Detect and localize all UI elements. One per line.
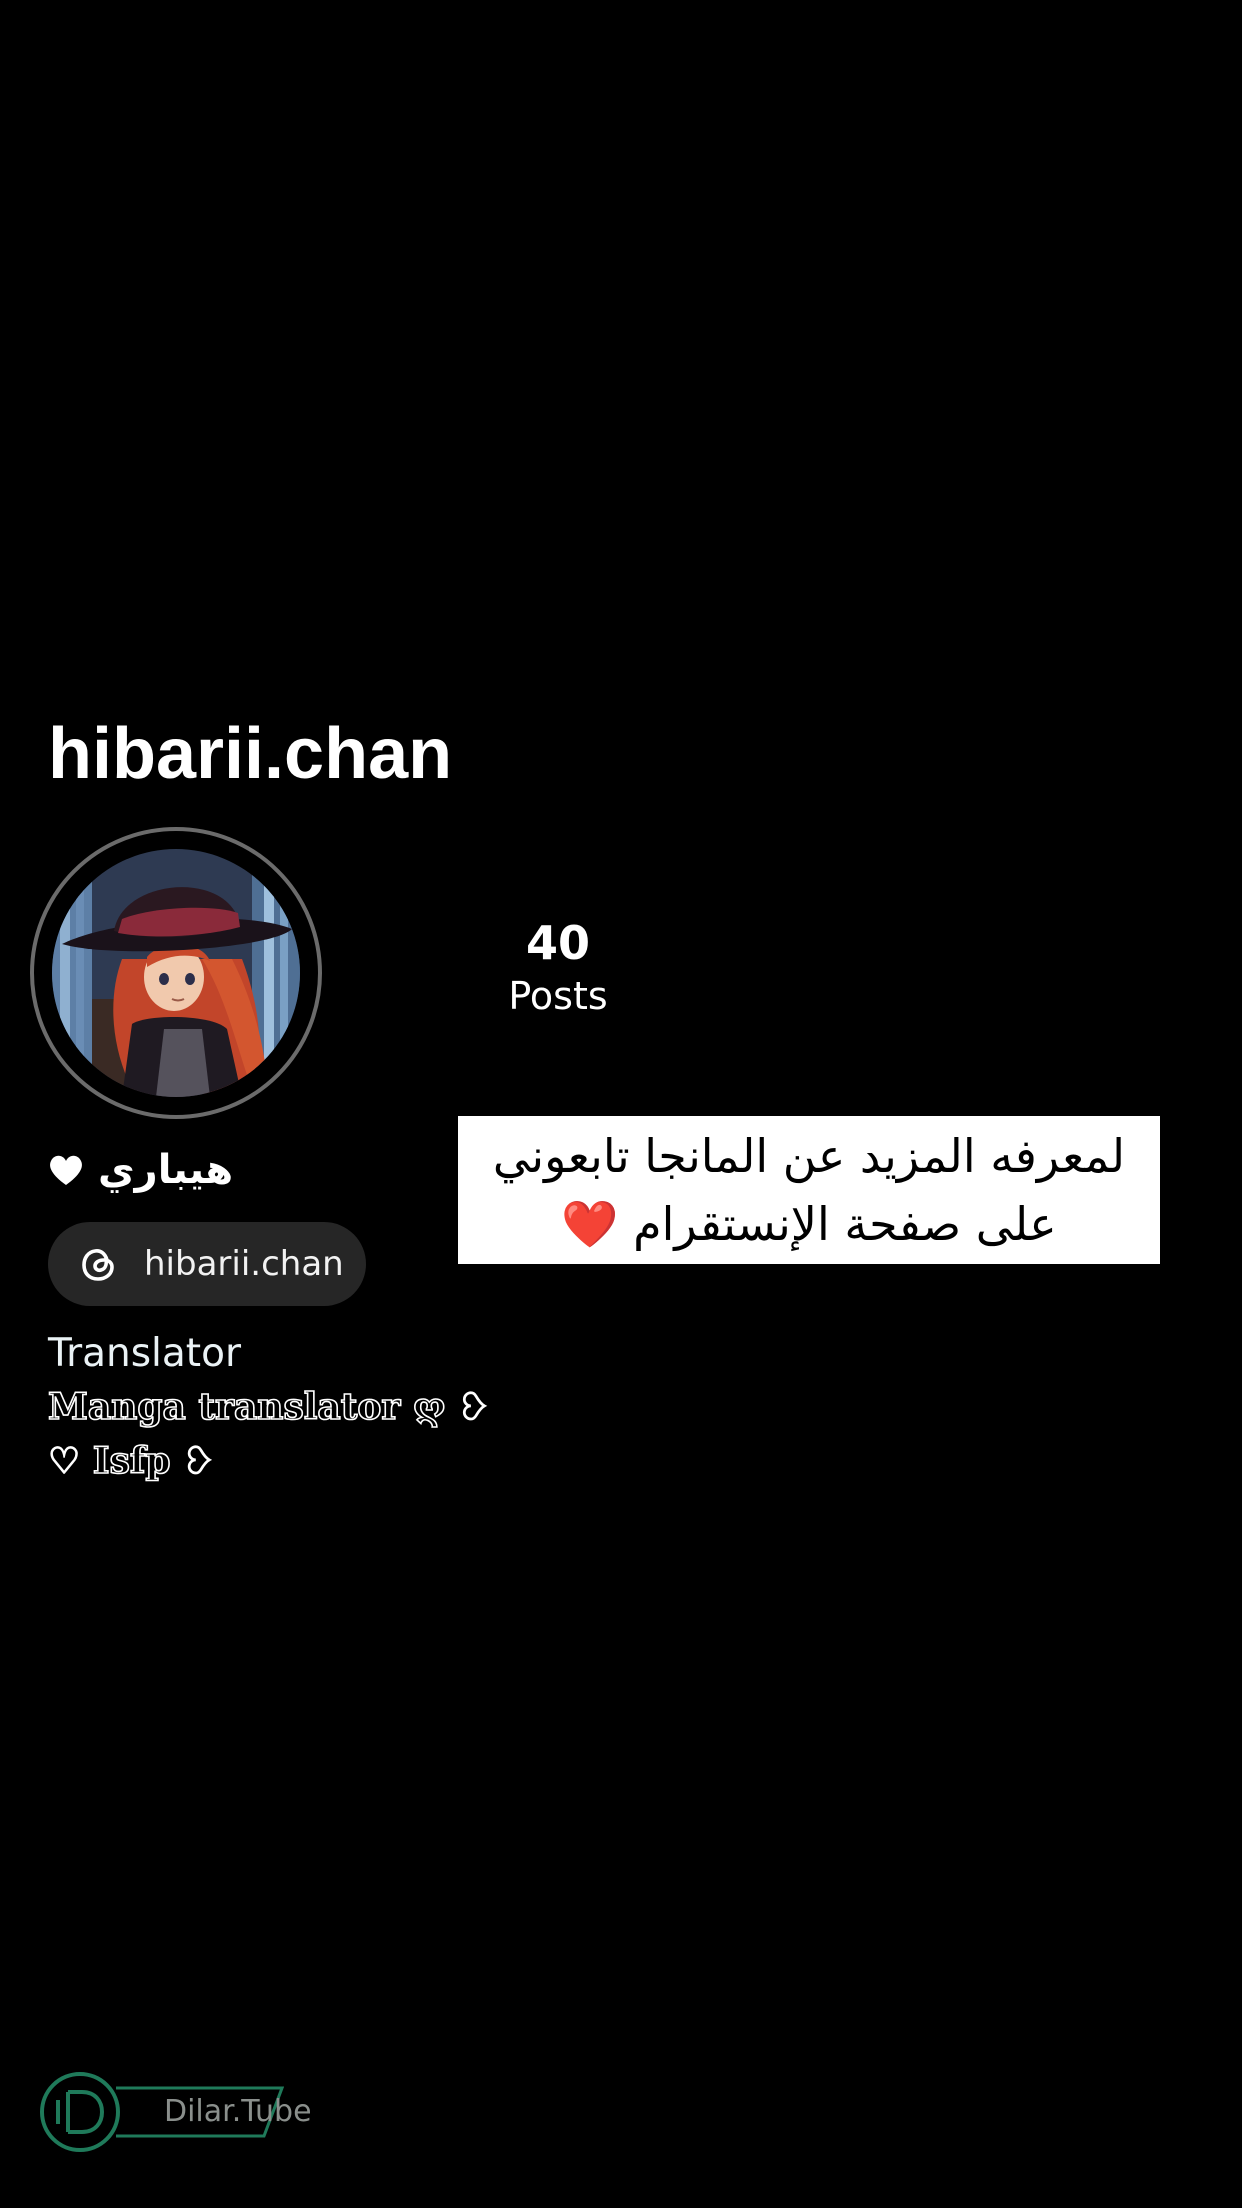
profile-username: hibarii.chan <box>48 714 453 794</box>
profile-category: Translator <box>48 1331 241 1376</box>
posts-label: Posts <box>508 974 608 1018</box>
posts-stat[interactable]: 40 Posts <box>480 915 636 1021</box>
avatar[interactable] <box>52 849 300 1097</box>
watermark-text: Dilar.Tube <box>164 2094 312 2129</box>
heart-icon <box>48 1153 84 1187</box>
caption-line: لمعرفه المزيد عن المانجا تابعوني <box>492 1129 1126 1183</box>
display-name: هيباري <box>48 1142 233 1198</box>
dilar-tube-logo-icon <box>38 2070 122 2154</box>
caption-overlay: لمعرفه المزيد عن المانجا تابعوني على صفح… <box>458 1116 1160 1264</box>
threads-icon <box>76 1241 122 1287</box>
display-name-text: هيباري <box>98 1147 234 1193</box>
avatar-ring[interactable] <box>30 827 322 1119</box>
bio-line: Manga translator ღ ❥ <box>47 1385 489 1429</box>
threads-handle: hibarii.chan <box>144 1244 344 1284</box>
posts-count: 40 <box>525 916 590 970</box>
bio-line: ♡ Isfp ❥ <box>47 1439 214 1483</box>
watermark: Dilar.Tube <box>38 2070 312 2154</box>
avatar-image <box>52 849 300 1097</box>
threads-link-button[interactable]: hibarii.chan <box>48 1222 366 1306</box>
watermark-tag: Dilar.Tube <box>114 2086 312 2138</box>
caption-line: على صفحة الإنستقرام ❤️ <box>561 1197 1057 1251</box>
